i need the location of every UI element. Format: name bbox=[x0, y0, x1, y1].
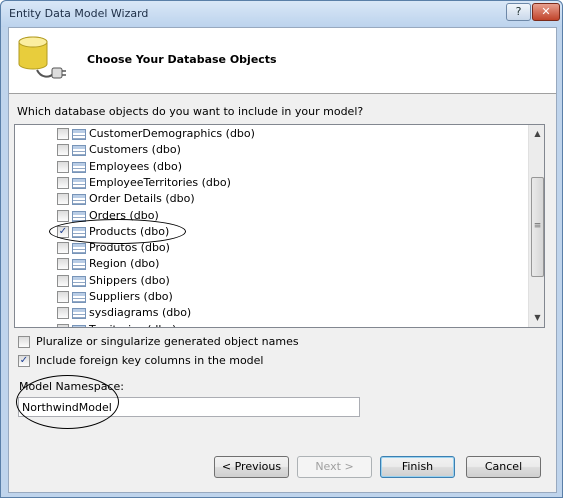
object-checkbox[interactable] bbox=[57, 209, 69, 222]
namespace-input[interactable] bbox=[18, 397, 360, 417]
help-button[interactable]: ? bbox=[506, 3, 531, 21]
previous-button[interactable]: < Previous bbox=[214, 456, 289, 478]
object-checkbox[interactable] bbox=[57, 242, 69, 255]
scroll-thumb[interactable]: ≡ bbox=[531, 177, 544, 277]
object-checkbox[interactable] bbox=[57, 323, 69, 327]
finish-button[interactable]: Finish bbox=[380, 456, 455, 478]
database-objects-tree[interactable]: CustomerDemographics (dbo) Customers (dbo… bbox=[14, 124, 545, 328]
object-label: Territories (dbo) bbox=[89, 323, 176, 327]
table-icon bbox=[72, 243, 86, 255]
object-label: Employees (dbo) bbox=[89, 159, 182, 173]
object-label: Shippers (dbo) bbox=[89, 273, 170, 287]
object-checkbox[interactable] bbox=[57, 258, 69, 271]
object-label: sysdiagrams (dbo) bbox=[89, 306, 192, 320]
page-title: Choose Your Database Objects bbox=[87, 53, 277, 66]
vertical-scrollbar[interactable]: ▲ ≡ ▼ bbox=[528, 125, 544, 327]
object-label: Order Details (dbo) bbox=[89, 192, 195, 206]
scroll-up-arrow-icon[interactable]: ▲ bbox=[530, 126, 544, 142]
window-title: Entity Data Model Wizard bbox=[9, 7, 149, 20]
table-icon bbox=[72, 292, 86, 303]
cancel-button[interactable]: Cancel bbox=[466, 456, 541, 478]
objects-prompt: Which database objects do you want to in… bbox=[17, 105, 364, 118]
namespace-label: Model Namespace: bbox=[19, 380, 124, 393]
object-checkbox[interactable]: ✓ bbox=[57, 225, 69, 238]
object-checkbox[interactable] bbox=[57, 193, 69, 206]
object-checkbox[interactable] bbox=[57, 274, 69, 287]
object-label: Products (dbo) bbox=[89, 224, 170, 238]
foreign-key-checkbox[interactable]: ✓ bbox=[18, 355, 30, 367]
scroll-down-arrow-icon[interactable]: ▼ bbox=[530, 310, 544, 326]
object-checkbox[interactable] bbox=[57, 176, 69, 189]
table-icon bbox=[72, 129, 86, 140]
table-icon bbox=[72, 177, 86, 189]
table-icon bbox=[72, 324, 86, 327]
object-checkbox[interactable] bbox=[57, 291, 69, 303]
object-label: Orders (dbo) bbox=[89, 208, 159, 222]
object-checkbox[interactable] bbox=[57, 160, 69, 173]
object-label: EmployeeTerritories (dbo) bbox=[89, 175, 231, 189]
table-icon bbox=[72, 210, 86, 222]
foreign-key-label: Include foreign key columns in the model bbox=[36, 354, 264, 367]
object-checkbox[interactable] bbox=[57, 144, 69, 157]
object-label: Region (dbo) bbox=[89, 257, 160, 271]
database-plug-icon bbox=[18, 36, 66, 79]
wizard-header: Choose Your Database Objects bbox=[9, 28, 556, 94]
table-icon bbox=[72, 259, 86, 271]
object-label: Customers (dbo) bbox=[89, 143, 181, 157]
table-icon bbox=[72, 275, 86, 287]
table-icon bbox=[72, 161, 86, 173]
wizard-window: Entity Data Model Wizard ? ✕ Choose Your… bbox=[0, 0, 563, 498]
object-checkbox[interactable] bbox=[57, 128, 69, 140]
object-label: Produtos (dbo) bbox=[89, 241, 170, 255]
pluralize-checkbox[interactable] bbox=[18, 336, 30, 348]
close-button[interactable]: ✕ bbox=[532, 3, 560, 21]
object-label: Suppliers (dbo) bbox=[89, 290, 173, 303]
table-icon bbox=[72, 226, 86, 238]
wizard-body: Choose Your Database Objects Which datab… bbox=[8, 27, 557, 493]
table-icon bbox=[72, 145, 86, 157]
next-button[interactable]: Next > bbox=[297, 456, 372, 478]
table-icon bbox=[72, 308, 86, 320]
table-icon bbox=[72, 194, 86, 206]
pluralize-label: Pluralize or singularize generated objec… bbox=[36, 335, 299, 348]
object-checkbox[interactable] bbox=[57, 307, 69, 320]
object-label: CustomerDemographics (dbo) bbox=[89, 127, 255, 140]
title-bar: Entity Data Model Wizard ? ✕ bbox=[1, 1, 562, 27]
